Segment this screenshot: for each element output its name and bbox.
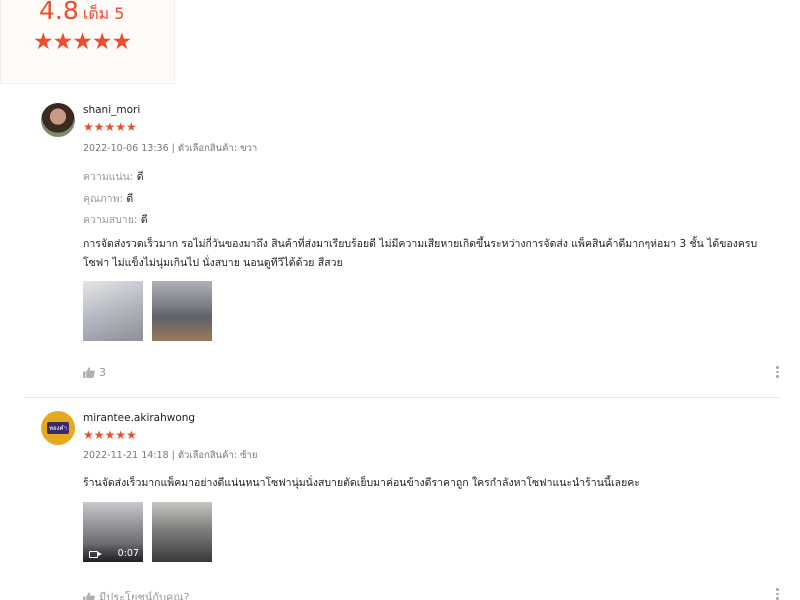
video-camera-icon [89, 551, 102, 558]
attribute-value: ดี [140, 214, 148, 226]
username: shani_mori [83, 104, 141, 116]
avatar-logo-text: ทองคำ [47, 422, 69, 434]
score-value: 4.8 [39, 0, 79, 25]
review-meta: 2022-11-21 14:18 | ตัวเลือกสินค้า: ซ้าย [83, 450, 258, 461]
username: mirantee.akirahwong [83, 412, 196, 424]
attribute-quality: คุณภาพ: ดี [83, 190, 133, 207]
review-meta: 2022-10-06 13:36 | ตัวเลือกสินค้า: ขวา [83, 143, 258, 154]
rating-summary: 4.8 เต็ม 5 ★★★★★ [0, 0, 175, 84]
summary-stars-icon: ★★★★★ [33, 29, 132, 55]
review-photo[interactable] [152, 281, 212, 341]
avatar[interactable] [41, 103, 75, 137]
like-button[interactable]: มีประโยชน์กับคุณ? [83, 588, 189, 600]
review-photo[interactable] [152, 502, 212, 562]
review-video[interactable]: 0:07 [83, 502, 143, 562]
helpful-prompt: มีประโยชน์กับคุณ? [99, 591, 190, 600]
review-item: ทองคำ mirantee.akirahwong ★★★★★ 2022-11-… [24, 406, 780, 600]
like-count: 3 [99, 366, 106, 379]
review-stars-icon: ★★★★★ [83, 120, 137, 134]
attribute-label: ความแน่น: [83, 171, 134, 183]
review-comment: การจัดส่งรวดเร็วมาก รอไม่กี่วันของมาถึง … [83, 238, 758, 269]
review-photo[interactable] [83, 281, 143, 341]
review-item: shani_mori ★★★★★ 2022-10-06 13:36 | ตัวเ… [24, 98, 780, 398]
more-vertical-icon[interactable] [776, 366, 780, 380]
score-out-of: เต็ม 5 [82, 4, 125, 23]
review-stars-icon: ★★★★★ [83, 428, 137, 442]
attribute-comfort: ความสบาย: ดี [83, 211, 148, 228]
more-vertical-icon[interactable] [776, 588, 780, 600]
review-comment: ร้านจัดส่งเร็วมากแพ็คมาอย่างดีแน่นหนาโซฟ… [83, 477, 640, 489]
attribute-value: ดี [136, 171, 144, 183]
attribute-label: คุณภาพ: [83, 193, 124, 205]
thumbs-up-icon [83, 591, 95, 600]
avatar[interactable]: ทองคำ [41, 411, 75, 445]
attribute-value: ดี [126, 193, 134, 205]
average-score: 4.8 เต็ม 5 [39, 0, 124, 27]
attribute-firmness: ความแน่น: ดี [83, 168, 144, 185]
attribute-label: ความสบาย: [83, 214, 138, 226]
thumbs-up-icon [83, 367, 95, 378]
video-duration: 0:07 [117, 548, 139, 559]
like-button[interactable]: 3 [83, 366, 106, 379]
